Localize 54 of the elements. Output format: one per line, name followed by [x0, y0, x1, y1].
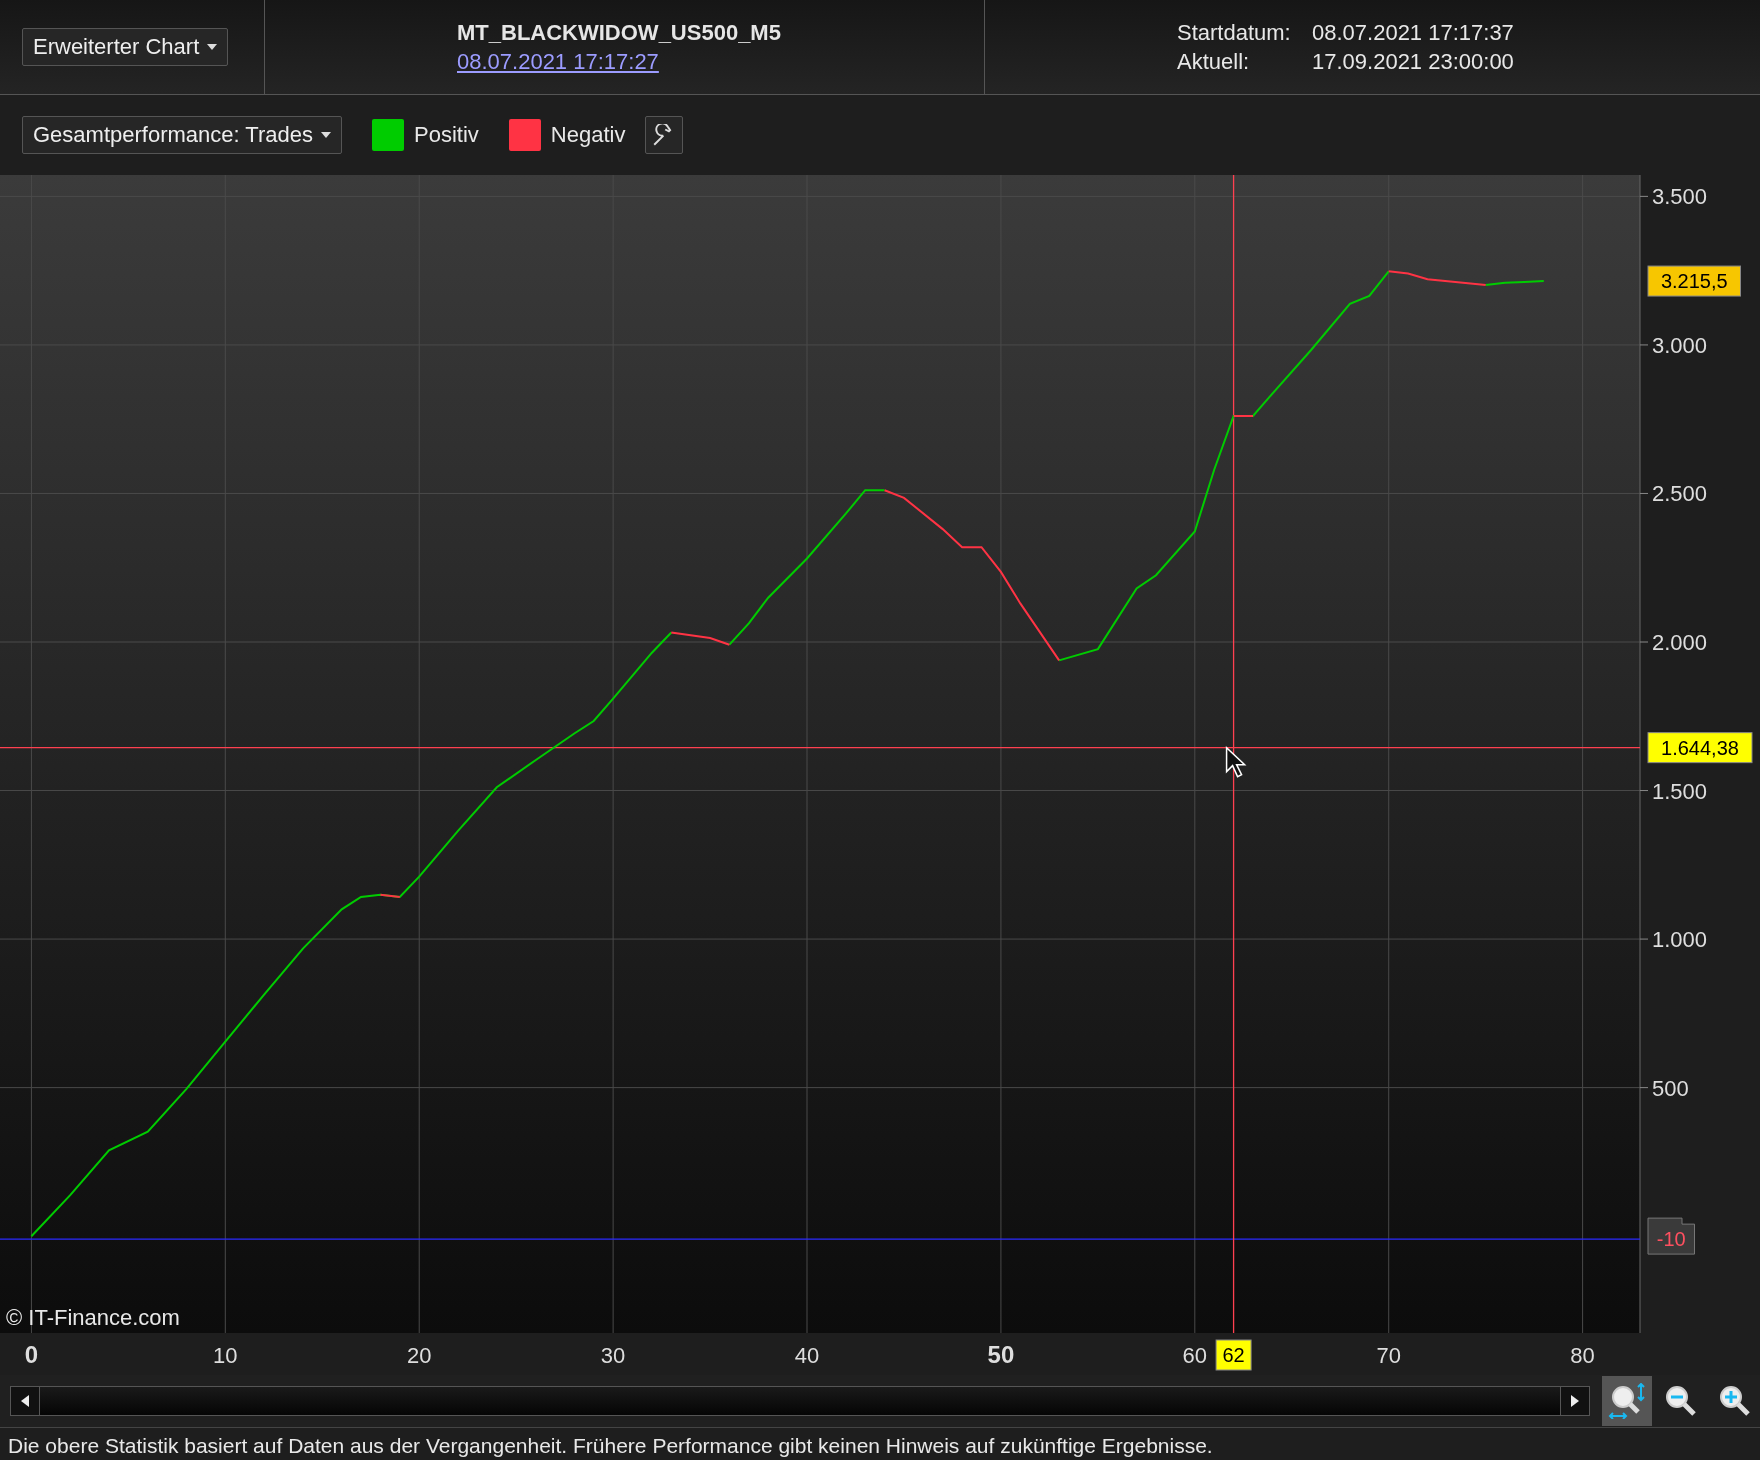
baseline-value-tag: -10 [1647, 1217, 1695, 1255]
ref-line-label: 62 [1222, 1344, 1245, 1366]
axis-tick-label: 3.000 [1652, 332, 1708, 358]
caret-icon [207, 44, 218, 50]
axis-tick-label: 80 [1570, 1343, 1595, 1368]
tick-mark [1639, 938, 1649, 940]
info-value: 17.09.2021 23:00:00 [1312, 48, 1514, 75]
tick-mark [1639, 641, 1649, 643]
tick-mark [1639, 790, 1649, 792]
info-value: 08.07.2021 17:17:37 [1312, 19, 1514, 46]
legend-label: Negativ [550, 122, 626, 148]
axis-tick-label: 1.000 [1652, 927, 1708, 953]
value-tag: 62 [1215, 1339, 1252, 1371]
legend-label: Positiv [414, 122, 479, 148]
axis-tick-label: 2.500 [1652, 481, 1708, 507]
axis-tick-label: 50 [987, 1341, 1015, 1368]
value-tag: 1.644,38 [1647, 732, 1753, 764]
tick-mark [1639, 195, 1649, 197]
right-arrow-icon [1571, 1395, 1580, 1407]
axis-tick-label: 3.500 [1652, 184, 1708, 210]
axis-tick-label: 2.000 [1652, 630, 1708, 655]
settings-button[interactable] [645, 116, 684, 154]
tick-mark [1639, 1087, 1649, 1089]
pointer-icon [1225, 745, 1247, 778]
scroll-right-button[interactable] [1560, 1386, 1591, 1416]
magnifier-arrows-icon [1608, 1383, 1647, 1419]
date-link[interactable]: 08.07.2021 17:17:27 [457, 48, 659, 75]
axis-tick-label: 20 [406, 1343, 432, 1368]
tick-mark [1639, 344, 1649, 346]
copyright-text: © IT-Finance.com [6, 1305, 180, 1330]
left-arrow-icon [20, 1395, 29, 1407]
axis-tick-label: 500 [1652, 1075, 1689, 1101]
info-label: Startdatum: [1177, 19, 1292, 46]
caret-icon [321, 132, 331, 138]
fit-zoom-button[interactable] [1602, 1376, 1653, 1426]
scroll-left-button[interactable] [10, 1386, 40, 1416]
tick-mark [1639, 492, 1649, 494]
axis-tick-label: 0 [24, 1341, 39, 1368]
axis-tick-label: 40 [794, 1343, 820, 1368]
ref-line-label: 1.644,38 [1661, 736, 1739, 759]
last-value-tag: 3.215,5 [1647, 265, 1741, 297]
view-dropdown[interactable]: Gesamtperformance: Trades [22, 116, 342, 154]
chart-type-dropdown[interactable]: Erweiterter Chart [22, 28, 229, 66]
axis-tick-label: 30 [600, 1343, 626, 1368]
axis-tick-label: 1.500 [1652, 778, 1708, 804]
axis-tick-label: 10 [213, 1343, 238, 1368]
zoom-out-icon [1666, 1386, 1697, 1416]
info-label: Aktuell: [1177, 48, 1251, 75]
ref-line-label: -10 [1656, 1228, 1686, 1251]
status-bar-text: Die obere Statistik basiert auf Daten aus der Vergangenheit. Frühere Performance gibt keinen Hinweis auf zukünftige Ergebnisse. [0, 1427, 1760, 1460]
axis-tick-label: 60 [1182, 1343, 1208, 1368]
axis-tick-label: 70 [1376, 1343, 1401, 1368]
zoom-in-icon [1720, 1386, 1751, 1416]
strategy-title: MT_BLACKWIDOW_US500_M5 [457, 19, 781, 46]
